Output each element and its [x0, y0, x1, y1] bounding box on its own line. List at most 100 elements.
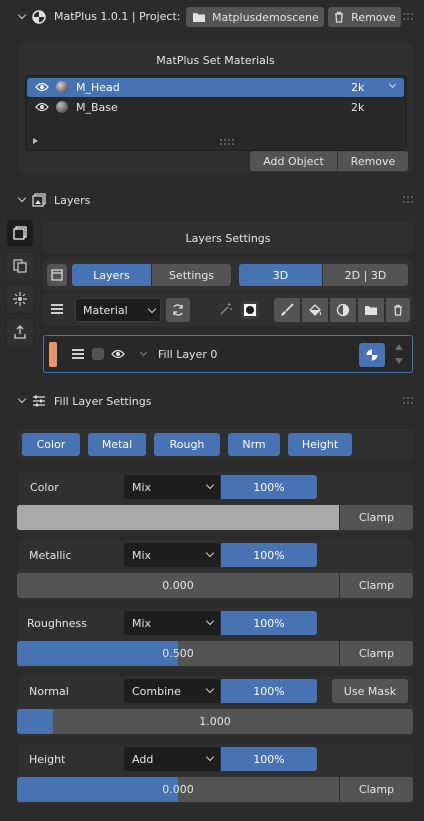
remove-material-button[interactable]: Remove — [338, 151, 408, 171]
chevron-down-icon — [205, 548, 215, 558]
height-value-slider[interactable]: 0.000 — [17, 777, 339, 802]
channel-metal-button[interactable]: Metal — [88, 433, 146, 456]
chevron-down-icon — [205, 480, 215, 490]
paint-brush-button[interactable] — [274, 298, 300, 322]
view-2d3d-button[interactable]: 2D | 3D — [323, 264, 408, 286]
drag-handle-icon[interactable] — [403, 397, 413, 405]
material-name: M_Head — [76, 81, 120, 94]
folder-button[interactable] — [358, 298, 384, 322]
visibility-eye-icon[interactable] — [35, 102, 49, 115]
height-blend-select[interactable]: Add — [124, 747, 220, 771]
collapse-chevron-icon[interactable] — [17, 193, 27, 203]
chevron-down-icon — [205, 684, 215, 694]
metallic-value-slider[interactable]: 0.000 — [17, 573, 339, 598]
materials-title: MatPlus Set Materials — [156, 54, 275, 67]
channel-rough-button[interactable]: Rough — [154, 433, 220, 456]
material-select[interactable]: Material — [75, 298, 161, 322]
view-3d-button[interactable]: 3D — [239, 264, 322, 286]
image-editor-button[interactable] — [47, 264, 67, 286]
refresh-button[interactable] — [166, 298, 190, 322]
tab-layers[interactable]: Layers — [72, 264, 151, 286]
hamburger-menu-icon[interactable] — [51, 304, 63, 314]
normal-blend-select[interactable]: Combine — [124, 679, 220, 703]
expand-triangle-icon[interactable] — [33, 138, 38, 144]
layer-material-button[interactable] — [359, 343, 385, 367]
height-channel-label: Height — [29, 753, 66, 766]
resize-grip-icon[interactable] — [220, 139, 234, 145]
trash-icon — [335, 11, 344, 23]
chevron-down-icon — [205, 752, 215, 762]
color-opacity-slider[interactable]: 100% — [221, 475, 317, 499]
color-channel-label: Color — [30, 481, 59, 494]
layer-visibility-eye-icon[interactable] — [111, 349, 125, 362]
move-down-icon[interactable] — [395, 358, 403, 364]
metallic-channel-label: Metallic — [29, 549, 72, 562]
roughness-value-slider[interactable]: 0.500 — [17, 641, 339, 666]
material-ball-icon — [336, 303, 350, 317]
fill-settings-title: Fill Layer Settings — [54, 395, 152, 408]
layer-color-tag — [49, 342, 57, 367]
channel-color-button[interactable]: Color — [22, 433, 80, 456]
roughness-opacity-slider[interactable]: 100% — [221, 611, 317, 635]
side-tab-export[interactable] — [7, 319, 33, 345]
mask-icon[interactable] — [241, 301, 259, 319]
collapse-chevron-icon[interactable] — [17, 10, 27, 20]
magic-wand-icon[interactable] — [219, 302, 233, 319]
normal-channel-label: Normal — [29, 685, 69, 698]
layers-settings-title: Layers Settings — [185, 232, 271, 245]
normal-value-slider[interactable]: 1.000 — [17, 709, 413, 734]
layers-icon — [32, 193, 46, 210]
metallic-blend-select[interactable]: Mix — [124, 543, 220, 567]
chevron-down-icon — [147, 304, 157, 314]
layer-drag-handle-icon[interactable] — [72, 349, 84, 359]
tab-settings[interactable]: Settings — [152, 264, 231, 286]
delete-layer-button[interactable] — [386, 298, 410, 322]
fill-bucket-button[interactable] — [302, 298, 328, 322]
metallic-opacity-slider[interactable]: 100% — [221, 543, 317, 567]
texture-stack-icon — [13, 259, 27, 273]
channel-normal-button[interactable]: Nrm — [228, 433, 280, 456]
material-ball-button[interactable] — [330, 298, 356, 322]
height-clamp-button[interactable]: Clamp — [340, 777, 413, 802]
collapse-chevron-icon[interactable] — [17, 394, 27, 404]
material-resolution: 2k — [351, 81, 365, 94]
use-mask-button[interactable]: Use Mask — [332, 679, 408, 703]
side-tab-textures[interactable] — [7, 253, 33, 279]
color-clamp-button[interactable]: Clamp — [340, 505, 413, 530]
side-tab-layers[interactable] — [7, 220, 33, 246]
normal-opacity-slider[interactable]: 100% — [221, 679, 317, 703]
drag-handle-icon[interactable] — [403, 196, 413, 204]
material-resolution: 2k — [351, 101, 365, 114]
material-sphere-icon — [56, 81, 68, 93]
layers-icon — [13, 226, 27, 240]
color-swatch[interactable] — [17, 505, 339, 530]
color-blend-select[interactable]: Mix — [124, 475, 220, 499]
normal-value: 1.000 — [199, 715, 231, 728]
layer-name: Fill Layer 0 — [158, 348, 218, 361]
project-selector[interactable]: Matplusdemoscene — [186, 7, 324, 27]
material-sphere-icon — [56, 101, 68, 113]
move-up-icon[interactable] — [395, 344, 403, 350]
remove-project-button[interactable]: Remove — [328, 7, 401, 27]
metallic-clamp-button[interactable]: Clamp — [340, 573, 413, 598]
roughness-clamp-button[interactable]: Clamp — [340, 641, 413, 666]
refresh-icon — [173, 304, 183, 316]
layers-section-title: Layers — [54, 194, 91, 207]
addon-title: MatPlus 1.0.1 | Project: — [54, 10, 181, 23]
add-object-button[interactable]: Add Object — [250, 151, 337, 171]
sparkle-icon — [13, 292, 27, 306]
brush-icon — [281, 303, 294, 316]
project-name: Matplusdemoscene — [212, 10, 319, 24]
side-tab-effects[interactable] — [7, 286, 33, 312]
roughness-blend-select[interactable]: Mix — [124, 611, 220, 635]
height-opacity-slider[interactable]: 100% — [221, 747, 317, 771]
visibility-eye-icon[interactable] — [35, 82, 49, 95]
drag-handle-icon[interactable] — [403, 13, 413, 21]
export-icon — [14, 325, 26, 339]
channel-height-button[interactable]: Height — [288, 433, 352, 456]
metallic-value: 0.000 — [162, 579, 194, 592]
layer-checkbox[interactable] — [92, 348, 104, 360]
image-editor-icon — [51, 269, 63, 281]
fill-bucket-icon — [309, 304, 321, 316]
matplus-logo-icon — [32, 10, 46, 24]
